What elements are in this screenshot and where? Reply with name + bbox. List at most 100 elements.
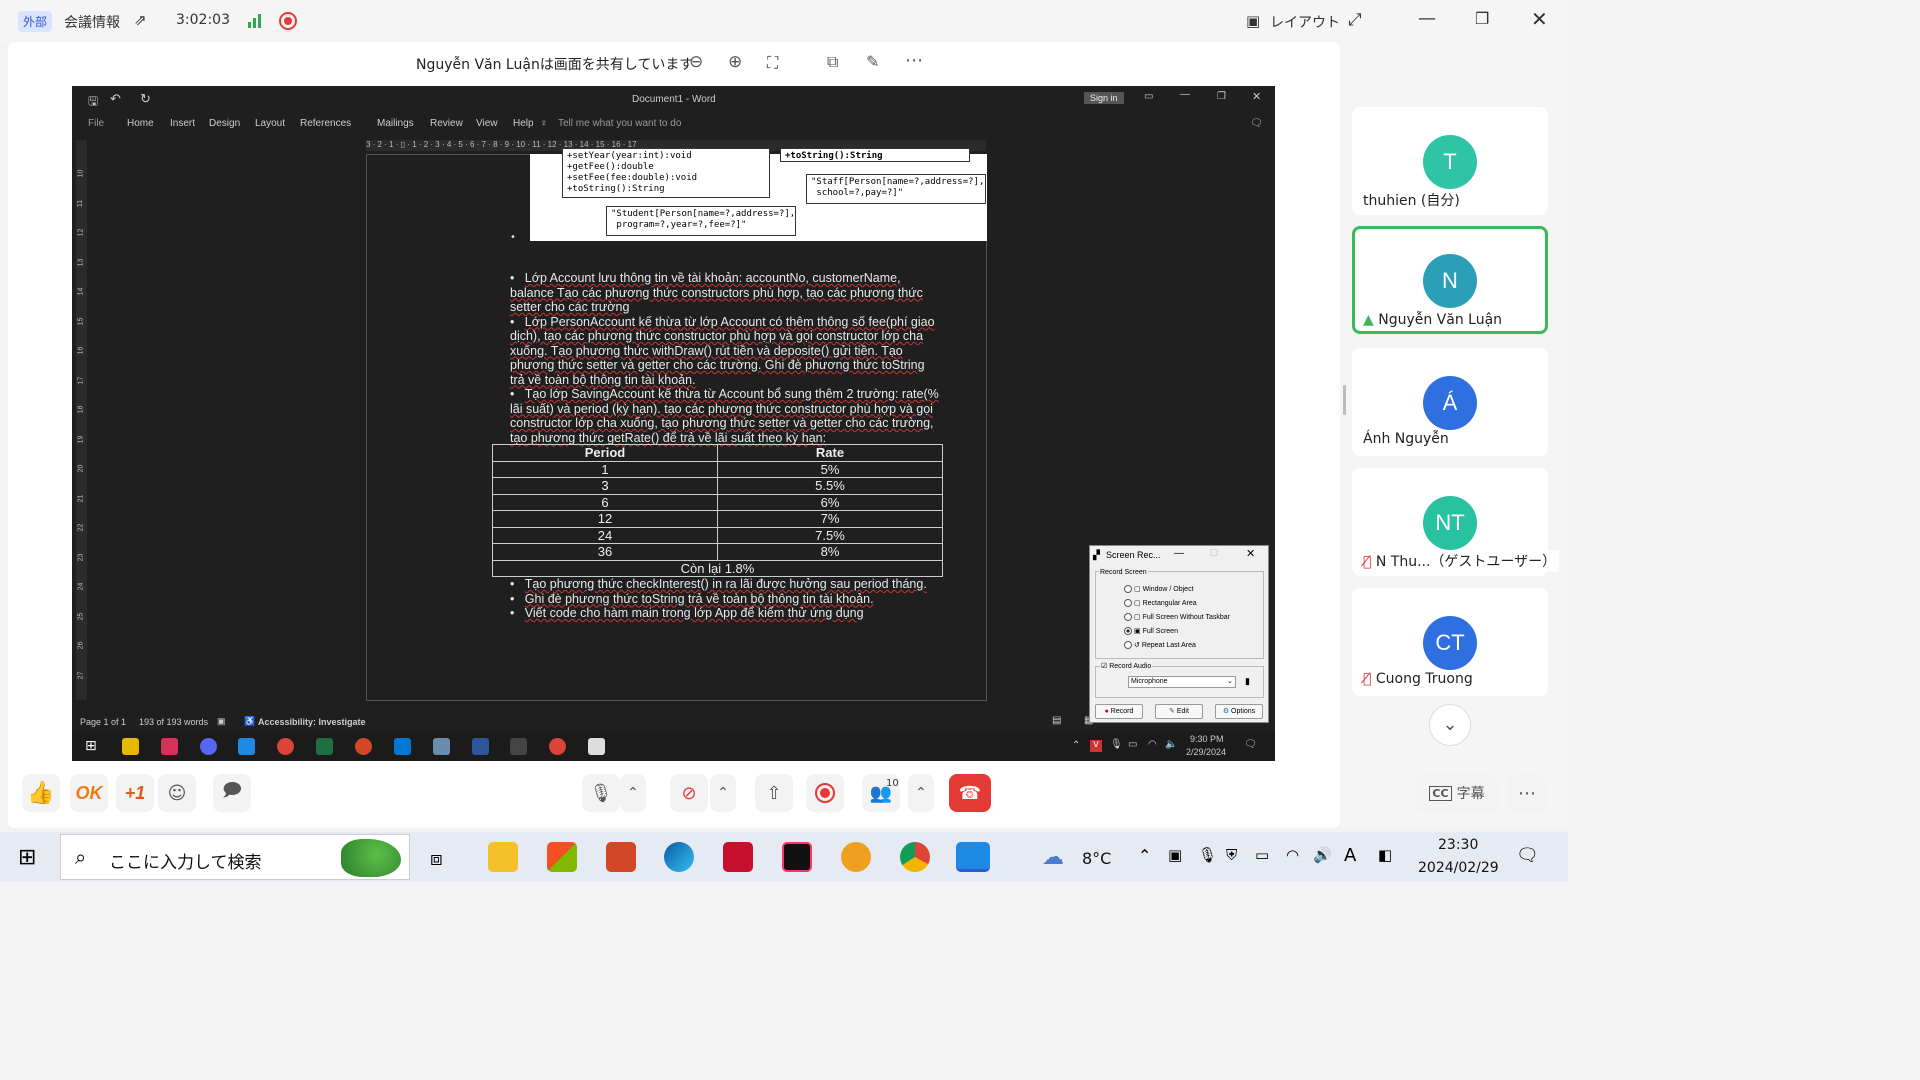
remote-chrome-icon[interactable] <box>277 738 294 755</box>
captions-button[interactable]: CC 字幕 <box>1416 774 1498 812</box>
tray-meet-now-icon[interactable]: ▣ <box>1168 846 1182 864</box>
participants-chevron-icon[interactable]: ⌃ <box>908 774 934 812</box>
participant-tile[interactable]: NT 🎙̸ N Thu...（ゲストユーザー） <box>1352 468 1560 576</box>
menu-mailings[interactable]: Mailings <box>377 118 414 129</box>
annotate-pen-icon[interactable]: ✎ <box>866 52 879 71</box>
option-rectangular-area[interactable]: ▢ Rectangular Area <box>1124 599 1197 607</box>
ime-mode-indicator[interactable]: A <box>1344 845 1356 866</box>
layout-button[interactable]: レイアウト <box>1270 12 1340 32</box>
mic-options-chevron-icon[interactable]: ⌃ <box>620 774 646 812</box>
word-minimize-button[interactable]: — <box>1180 89 1190 100</box>
windows-start-icon[interactable]: ⊞ <box>18 845 36 870</box>
remote-volume-icon[interactable]: 🔈 <box>1165 739 1177 750</box>
remote-terminal-icon[interactable] <box>510 738 527 755</box>
read-mode-icon[interactable]: ▤ <box>1052 715 1061 726</box>
taskbar-clock-date[interactable]: 2024/02/29 <box>1418 860 1499 876</box>
menu-review[interactable]: Review <box>430 118 463 129</box>
participant-tile[interactable]: Tthuhien (自分) <box>1352 107 1548 215</box>
option-full-screen[interactable]: ▣ Full Screen <box>1124 627 1178 635</box>
emoji-icon[interactable]: ☺ <box>158 774 196 812</box>
menu-references[interactable]: References <box>300 118 351 129</box>
final-bullets[interactable]: • Tạo phương thức checkInterest() in ra … <box>510 577 980 621</box>
close-button[interactable]: ✕ <box>1531 7 1548 31</box>
undo-icon[interactable]: ↶ <box>110 91 121 107</box>
word-count[interactable]: 193 of 193 words <box>139 717 208 727</box>
layout-icon[interactable]: ▣ <box>1246 12 1260 30</box>
option-window-object[interactable]: ▢ Window / Object <box>1124 585 1194 593</box>
intellij-icon[interactable] <box>782 842 812 872</box>
popout-icon[interactable]: ⧉ <box>827 52 838 72</box>
taskbar-search-box[interactable]: ⌕ ここに入力して検索 <box>60 834 410 880</box>
microphone-icon[interactable]: 🎙 <box>582 774 620 812</box>
remote-start-icon[interactable]: ⊞ <box>85 738 97 754</box>
comments-icon[interactable]: 🗨 <box>1250 118 1263 129</box>
remote-file-explorer-icon[interactable] <box>122 738 139 755</box>
remote-battery-icon[interactable]: ▭ <box>1128 739 1137 750</box>
word-restore-button[interactable]: ❐ <box>1217 91 1226 102</box>
tray-battery-icon[interactable]: ▭ <box>1255 846 1269 864</box>
microsoft-store-icon[interactable] <box>547 842 577 872</box>
uml-diagram-image[interactable]: +setYear(year:int):void +getFee():double… <box>530 148 987 241</box>
participant-tile[interactable]: Á Ánh Nguyễn <box>1352 348 1548 456</box>
tray-wifi-icon[interactable]: ◠ <box>1286 846 1299 864</box>
menu-file[interactable]: File <box>88 118 104 129</box>
ribbon-display-icon[interactable]: ▭ <box>1144 91 1153 102</box>
remote-mic-icon[interactable]: 🎙 <box>1110 739 1123 750</box>
camera-options-chevron-icon[interactable]: ⌃ <box>710 774 736 812</box>
accessibility-status[interactable]: Accessibility: Investigate <box>258 717 366 727</box>
chrome-icon[interactable] <box>900 842 930 872</box>
remote-notification-icon[interactable]: 🗨 <box>1244 739 1257 750</box>
recorder-close-button[interactable]: ✕ <box>1246 547 1255 560</box>
panel-resize-handle[interactable] <box>1343 385 1346 415</box>
save-icon[interactable]: 🖫 <box>88 92 98 113</box>
option-full-screen-no-taskbar[interactable]: ▢ Full Screen Without Taskbar <box>1124 613 1230 621</box>
share-link-icon[interactable]: ⇗ <box>134 11 147 29</box>
menu-view[interactable]: View <box>476 118 498 129</box>
remote-clock-date[interactable]: 2/29/2024 <box>1186 747 1226 757</box>
menu-help[interactable]: Help <box>513 118 534 129</box>
menu-home[interactable]: Home <box>127 118 154 129</box>
remote-intellij-icon[interactable] <box>161 738 178 755</box>
notification-center-icon[interactable]: 🗨 <box>1516 845 1539 866</box>
reaction-plus-one-button[interactable]: +1 <box>116 774 154 812</box>
edge-icon[interactable] <box>664 842 694 872</box>
scroll-down-button[interactable]: ⌄ <box>1429 704 1471 746</box>
page-count[interactable]: Page 1 of 1 <box>80 717 126 727</box>
share-screen-icon[interactable]: ⇧ <box>755 774 793 812</box>
tell-me-search[interactable]: Tell me what you want to do <box>558 118 681 129</box>
tray-mic-icon[interactable]: 🎙 <box>1198 846 1217 864</box>
zoom-in-icon[interactable]: ⊕ <box>728 52 742 72</box>
record-audio-checkbox[interactable]: ☑ Record Audio <box>1100 662 1153 670</box>
word-close-button[interactable]: ✕ <box>1252 90 1261 103</box>
remote-tray-chevron-icon[interactable]: ⌃ <box>1072 740 1080 751</box>
remote-chrome-icon-2[interactable] <box>549 738 566 755</box>
camera-off-icon[interactable]: ⊘ <box>670 774 708 812</box>
redo-icon[interactable]: ↻ <box>140 91 151 107</box>
meeting-info-button[interactable]: 会議情報 <box>64 12 120 32</box>
record-button-icon[interactable] <box>806 774 844 812</box>
app-icon[interactable] <box>723 842 753 872</box>
menu-design[interactable]: Design <box>209 118 240 129</box>
options-button[interactable]: ⚙ Options <box>1215 704 1263 719</box>
weather-icon[interactable]: ☁ <box>1042 845 1064 870</box>
remote-powerpoint-icon[interactable] <box>355 738 372 755</box>
more-actions-icon[interactable]: ⋯ <box>1508 774 1546 812</box>
audio-settings-icon[interactable]: ▮ <box>1245 676 1250 687</box>
reaction-ok-button[interactable]: OK <box>70 774 108 812</box>
weather-temperature[interactable]: 8°C <box>1082 849 1111 868</box>
zoom-out-icon[interactable]: ⊖ <box>689 52 703 72</box>
menu-insert[interactable]: Insert <box>170 118 195 129</box>
vpn-icon[interactable] <box>841 842 871 872</box>
remote-tray-app-icon[interactable]: V <box>1090 740 1102 752</box>
file-explorer-icon[interactable] <box>488 842 518 872</box>
recorder-minimize-button[interactable]: — <box>1174 548 1184 559</box>
tray-app-icon[interactable]: ◧ <box>1378 846 1392 864</box>
participant-tile[interactable]: CT 🎙̸ Cuong Truong <box>1352 588 1548 696</box>
audio-source-select[interactable]: Microphone ⌄ <box>1128 676 1236 688</box>
powerpoint-icon[interactable] <box>606 842 636 872</box>
remote-clock-time[interactable]: 9:30 PM <box>1190 734 1224 744</box>
remote-app-icon[interactable] <box>238 738 255 755</box>
taskbar-clock-time[interactable]: 23:30 <box>1438 837 1478 853</box>
remote-word-icon[interactable] <box>472 738 489 755</box>
remote-screen-recorder-icon[interactable] <box>588 738 605 755</box>
